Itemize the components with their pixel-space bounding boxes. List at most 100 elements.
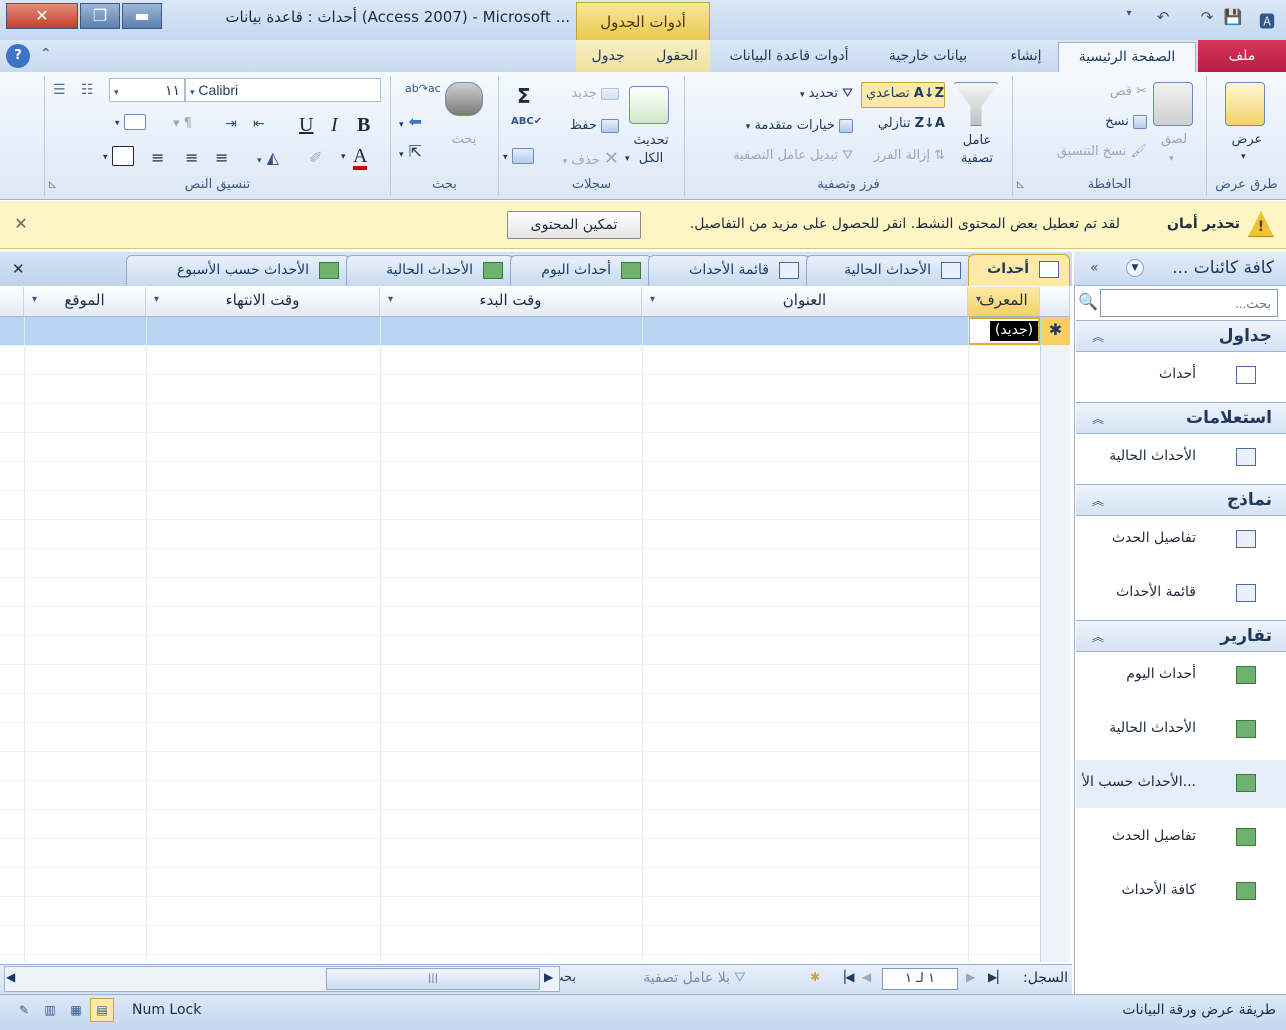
- copy-button[interactable]: نسخ: [1079, 114, 1147, 129]
- doc-tab-current-events-query[interactable]: الأحداث الحالية: [806, 255, 972, 286]
- minimize-ribbon-icon[interactable]: ⌃: [40, 46, 52, 62]
- font-color-button[interactable]: A: [353, 146, 368, 170]
- list-bullets-icon[interactable]: ☰: [53, 82, 66, 98]
- nav-item-events-by-week-report[interactable]: الأحداث حسب الأ...: [1076, 760, 1286, 808]
- column-header-start-time[interactable]: وقت البدء ▾: [380, 287, 642, 317]
- column-dropdown-icon[interactable]: ▾: [650, 287, 655, 313]
- view-icon[interactable]: [1225, 82, 1265, 126]
- column-header-title[interactable]: العنوان ▾: [642, 287, 968, 317]
- column-header-location[interactable]: الموقع ▾: [24, 287, 146, 317]
- doc-tab-todays-events[interactable]: أحداث اليوم: [510, 255, 652, 286]
- fill-color-button[interactable]: ▾ ◭: [257, 148, 279, 167]
- advanced-filter-button[interactable]: ▾ خيارات متقدمة: [709, 118, 853, 133]
- record-selector-column[interactable]: [1040, 287, 1070, 962]
- tab-create[interactable]: إنشاء: [996, 42, 1056, 72]
- text-format-launcher-icon[interactable]: ◺: [49, 180, 56, 190]
- close-icon[interactable]: ✕: [12, 260, 30, 278]
- next-record-icon[interactable]: ◀: [862, 970, 871, 984]
- paste-dropdown-icon[interactable]: ▾: [1169, 154, 1174, 164]
- align-right-icon[interactable]: ≡: [215, 148, 228, 167]
- new-record-nav-icon[interactable]: ✱: [810, 970, 820, 984]
- pivot-chart-view-icon[interactable]: ▥: [38, 998, 62, 1022]
- nav-section-reports[interactable]: تقارير ︽: [1076, 620, 1286, 652]
- italic-button[interactable]: I: [331, 114, 338, 137]
- save-record-button[interactable]: حفظ: [555, 118, 619, 133]
- filter-button[interactable]: عامل تصفية: [947, 132, 1007, 168]
- sort-ascending-button[interactable]: تصاعدي A↓Z: [861, 82, 945, 108]
- nav-item-event-details-report[interactable]: تفاصيل الحدث: [1076, 814, 1286, 862]
- last-record-icon[interactable]: ▕◀: [836, 970, 854, 984]
- delete-record-button[interactable]: ▾ حذف ✕: [543, 148, 619, 169]
- align-center-icon[interactable]: ≡: [185, 148, 198, 167]
- view-dropdown-icon[interactable]: ▾: [1241, 152, 1246, 162]
- tab-database-tools[interactable]: أدوات قاعدة البيانات: [716, 42, 862, 72]
- text-direction-icon[interactable]: ▾ ¶: [173, 116, 192, 131]
- tab-external-data[interactable]: بيانات خارجية: [866, 42, 990, 72]
- nav-item-all-events-report[interactable]: كافة الأحداث: [1076, 868, 1286, 916]
- save-icon[interactable]: 💾: [1222, 8, 1244, 30]
- tab-file[interactable]: ملف: [1198, 40, 1286, 72]
- select-button[interactable]: ▾ ⇱: [399, 142, 422, 161]
- indent-decrease-icon[interactable]: ⇥: [225, 116, 237, 132]
- underline-button[interactable]: U: [299, 114, 313, 137]
- no-filter-indicator[interactable]: بلا عامل تصفية: [620, 970, 730, 986]
- gridlines-button[interactable]: ▾: [115, 114, 146, 130]
- nav-item-event-details-form[interactable]: تفاصيل الحدث: [1076, 516, 1286, 564]
- enable-content-button[interactable]: تمكين المحتوى: [507, 211, 641, 239]
- chevron-down-icon[interactable]: ▼: [1126, 259, 1144, 277]
- font-name-select[interactable]: ▾ Calibri: [185, 78, 381, 102]
- navigation-pane-title[interactable]: كافة كائنات ...: [1150, 258, 1274, 278]
- more-records-button[interactable]: ▾: [503, 148, 534, 164]
- design-view-icon[interactable]: ✎: [12, 998, 36, 1022]
- new-record-button[interactable]: جديد: [555, 86, 619, 101]
- column-dropdown-icon[interactable]: ▾: [154, 287, 159, 313]
- clipboard-launcher-icon[interactable]: ◺: [1017, 180, 1024, 190]
- refresh-icon[interactable]: [629, 86, 669, 124]
- navigation-search-input[interactable]: [1100, 289, 1278, 317]
- nav-item-events-table[interactable]: أحداث: [1076, 352, 1286, 400]
- find-button[interactable]: بحث: [439, 132, 489, 147]
- view-button[interactable]: عرض: [1207, 132, 1286, 147]
- alternate-row-color-button[interactable]: ▾: [103, 146, 134, 166]
- restore-window-button[interactable]: ❐: [80, 3, 120, 29]
- doc-tab-current-events-report[interactable]: الأحداث الحالية: [346, 255, 514, 286]
- filter-icon[interactable]: [953, 82, 999, 126]
- nav-item-todays-events-report[interactable]: أحداث اليوم: [1076, 652, 1286, 700]
- indent-increase-icon[interactable]: ⇤: [253, 116, 265, 132]
- previous-record-icon[interactable]: ▶: [966, 970, 975, 984]
- font-size-select[interactable]: ▾ ١١: [109, 78, 185, 102]
- column-dropdown-icon[interactable]: ▾: [388, 287, 393, 313]
- format-painter-button[interactable]: نسخ التنسيق 🖌: [1017, 144, 1147, 159]
- selection-button[interactable]: ▾ تحديد ⛛: [769, 86, 853, 101]
- sort-descending-button[interactable]: تنازلي Z↓A: [867, 116, 945, 131]
- cut-button[interactable]: قص ✂: [1085, 84, 1147, 99]
- find-binoculars-icon[interactable]: [445, 82, 483, 116]
- record-search-field[interactable]: بحث: [560, 970, 576, 985]
- refresh-all-button[interactable]: تحديث الكل: [623, 132, 679, 168]
- align-left-icon[interactable]: ≡: [151, 148, 164, 167]
- first-record-icon[interactable]: ▶▏: [988, 970, 1006, 984]
- totals-icon[interactable]: Σ: [517, 84, 531, 108]
- column-header-end-time[interactable]: وقت الانتهاء ▾: [146, 287, 380, 317]
- tab-home[interactable]: الصفحة الرئيسية: [1058, 42, 1196, 74]
- pivot-table-view-icon[interactable]: ▦: [64, 998, 88, 1022]
- undo-icon[interactable]: ↶: [1152, 8, 1174, 30]
- nav-section-tables[interactable]: جداول ︽: [1076, 320, 1286, 352]
- go-to-button[interactable]: ▾ ⬅: [399, 112, 422, 131]
- replace-icon[interactable]: ab↷ac: [405, 82, 441, 95]
- security-warning-message[interactable]: لقد تم تعطيل بعض المحتوى النشط. انقر للح…: [650, 216, 1120, 232]
- nav-item-current-events-query[interactable]: الأحداث الحالية: [1076, 434, 1286, 482]
- scroll-left-icon[interactable]: ◀: [6, 970, 15, 984]
- eraser-icon[interactable]: ✐: [309, 148, 322, 167]
- select-all-corner[interactable]: [1040, 287, 1070, 317]
- help-icon[interactable]: ?: [6, 44, 30, 68]
- close-icon[interactable]: ✕: [12, 214, 30, 234]
- column-dropdown-icon[interactable]: ▾: [32, 287, 37, 313]
- column-header-id[interactable]: المعرف ▾: [968, 287, 1040, 317]
- datasheet[interactable]: [0, 286, 1070, 964]
- doc-tab-events-by-week[interactable]: الأحداث حسب الأسبوع: [126, 255, 350, 286]
- column-dropdown-icon[interactable]: ▾: [976, 287, 981, 313]
- new-record-selector[interactable]: ✱: [1042, 317, 1069, 345]
- list-numbers-icon[interactable]: ☷: [81, 82, 94, 98]
- close-window-button[interactable]: ✕: [6, 3, 78, 29]
